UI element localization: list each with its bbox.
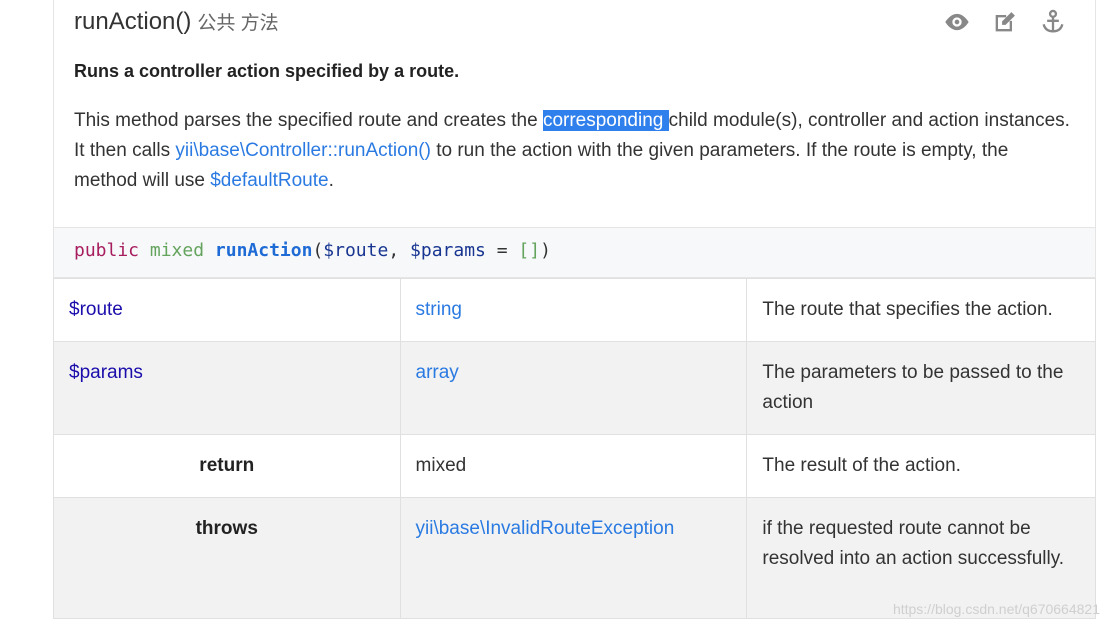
desc-text-1: This method parses the specified route a… bbox=[74, 110, 543, 131]
param-name: $route bbox=[53, 278, 401, 342]
anchor-icon[interactable] bbox=[1039, 8, 1067, 36]
sig-param-params: $params bbox=[410, 240, 486, 261]
table-row: return mixed The result of the action. bbox=[53, 434, 1096, 498]
params-table: $route string The route that specifies t… bbox=[53, 278, 1096, 619]
sig-comma: , bbox=[388, 240, 411, 261]
param-name: $params bbox=[53, 341, 401, 435]
table-row: $route string The route that specifies t… bbox=[53, 278, 1096, 342]
header-icons bbox=[943, 8, 1067, 36]
throws-label: throws bbox=[53, 497, 401, 619]
sig-function-name: runAction bbox=[214, 240, 313, 261]
return-type: mixed bbox=[399, 434, 748, 498]
method-panel: runAction() 公共 方法 Runs a controller actio… bbox=[53, 0, 1096, 228]
controller-runaction-link[interactable]: yii\base\Controller::runAction() bbox=[175, 140, 431, 161]
sig-open-paren: ( bbox=[312, 240, 324, 261]
watermark: https://blog.csdn.net/q670664821 bbox=[892, 601, 1100, 617]
desc-text-4: . bbox=[328, 170, 334, 191]
sig-param-route: $route bbox=[323, 240, 389, 261]
eye-icon[interactable] bbox=[943, 8, 971, 36]
edit-icon[interactable] bbox=[991, 8, 1019, 36]
sig-default: [] bbox=[518, 240, 541, 261]
method-name: runAction() bbox=[74, 8, 192, 35]
return-description: The result of the action. bbox=[746, 434, 1096, 498]
sig-equals: = bbox=[485, 240, 519, 261]
method-summary: Runs a controller action specified by a … bbox=[74, 61, 460, 81]
method-signature: public mixed runAction($route, $params =… bbox=[53, 228, 1096, 278]
method-kind: 公共 方法 bbox=[197, 13, 279, 34]
method-title: runAction() 公共 方法 bbox=[74, 8, 279, 36]
return-label: return bbox=[53, 434, 401, 498]
default-route-link[interactable]: $defaultRoute bbox=[210, 170, 328, 191]
param-description: The parameters to be passed to the actio… bbox=[746, 341, 1096, 435]
sig-keyword: public bbox=[74, 240, 140, 261]
table-row: $params array The parameters to be passe… bbox=[53, 341, 1096, 435]
sig-close-paren: ) bbox=[540, 240, 551, 261]
param-description: The route that specifies the action. bbox=[746, 278, 1096, 342]
param-type-link[interactable]: array bbox=[399, 341, 748, 435]
method-description: This method parses the specified route a… bbox=[74, 106, 1074, 196]
param-type-link[interactable]: string bbox=[399, 278, 748, 342]
exception-type-link[interactable]: yii\base\InvalidRouteException bbox=[399, 497, 748, 619]
sig-return-type: mixed bbox=[149, 240, 205, 261]
selected-text[interactable]: corresponding bbox=[542, 110, 669, 131]
